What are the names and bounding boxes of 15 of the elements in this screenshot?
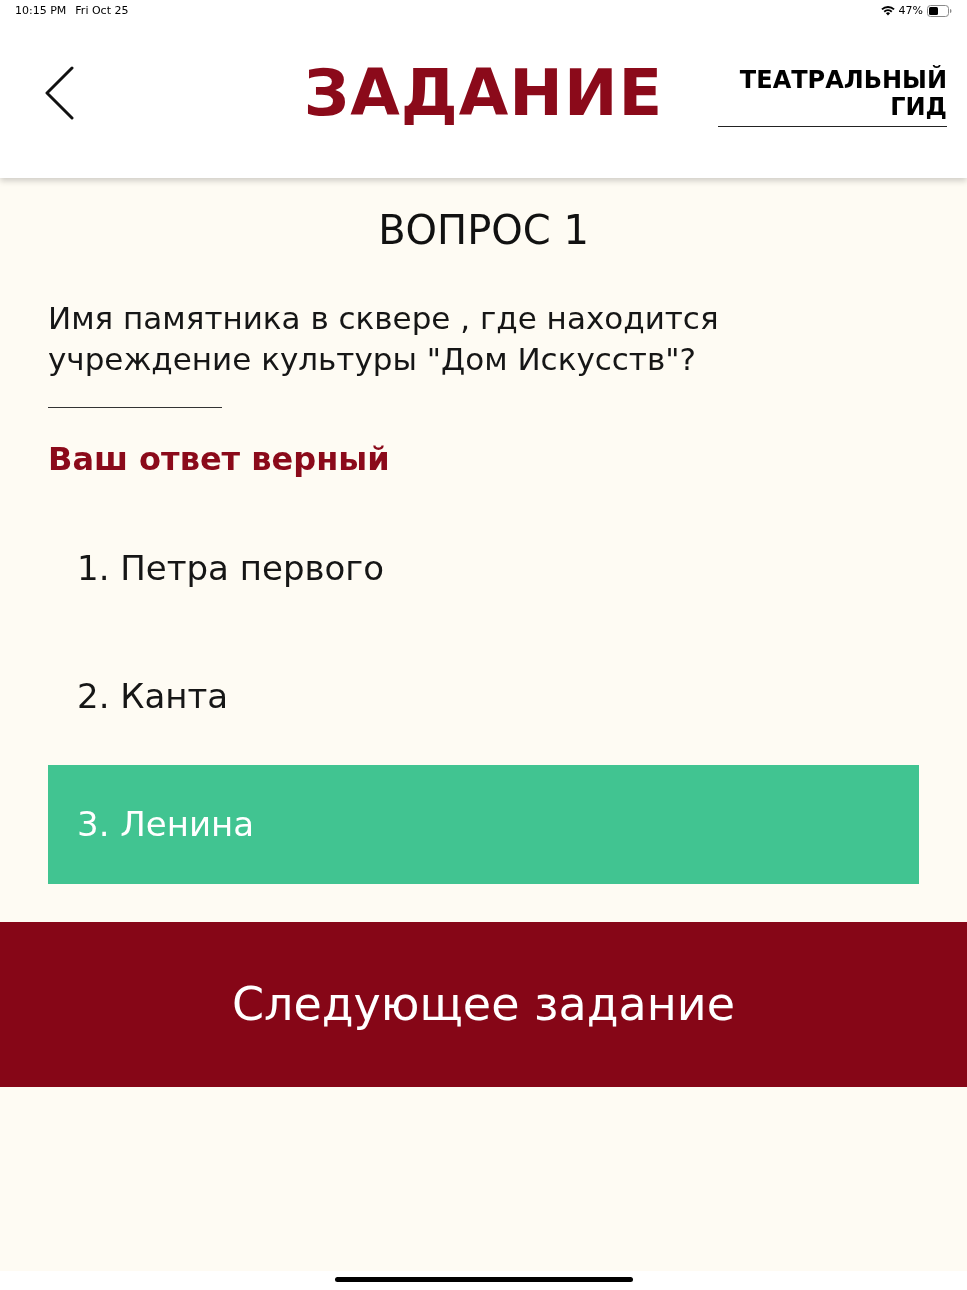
question-heading: ВОПРОС 1 — [378, 206, 589, 254]
status-time: 10:15 PM — [15, 2, 67, 19]
question-text: Имя памятника в сквере , где находится учреждение культуры "Дом Искусств"? — [48, 299, 720, 379]
wifi-icon — [880, 6, 895, 16]
back-chevron-icon — [44, 66, 74, 120]
battery-percent: 47% — [898, 2, 923, 19]
status-date: Fri Oct 25 — [75, 2, 129, 19]
back-button[interactable] — [43, 65, 75, 121]
page-title: ЗАДАНИЕ — [303, 61, 664, 125]
battery-icon — [927, 5, 952, 17]
logo-text: ТЕАТРАЛЬНЫЙ ГИД — [718, 67, 947, 127]
next-task-button[interactable]: Следующее задание — [0, 922, 967, 1087]
answer-option[interactable]: 1. Петра первого — [48, 509, 919, 628]
answer-option[interactable]: 2. Канта — [48, 637, 919, 756]
answer-result: Ваш ответ верный — [48, 439, 390, 479]
